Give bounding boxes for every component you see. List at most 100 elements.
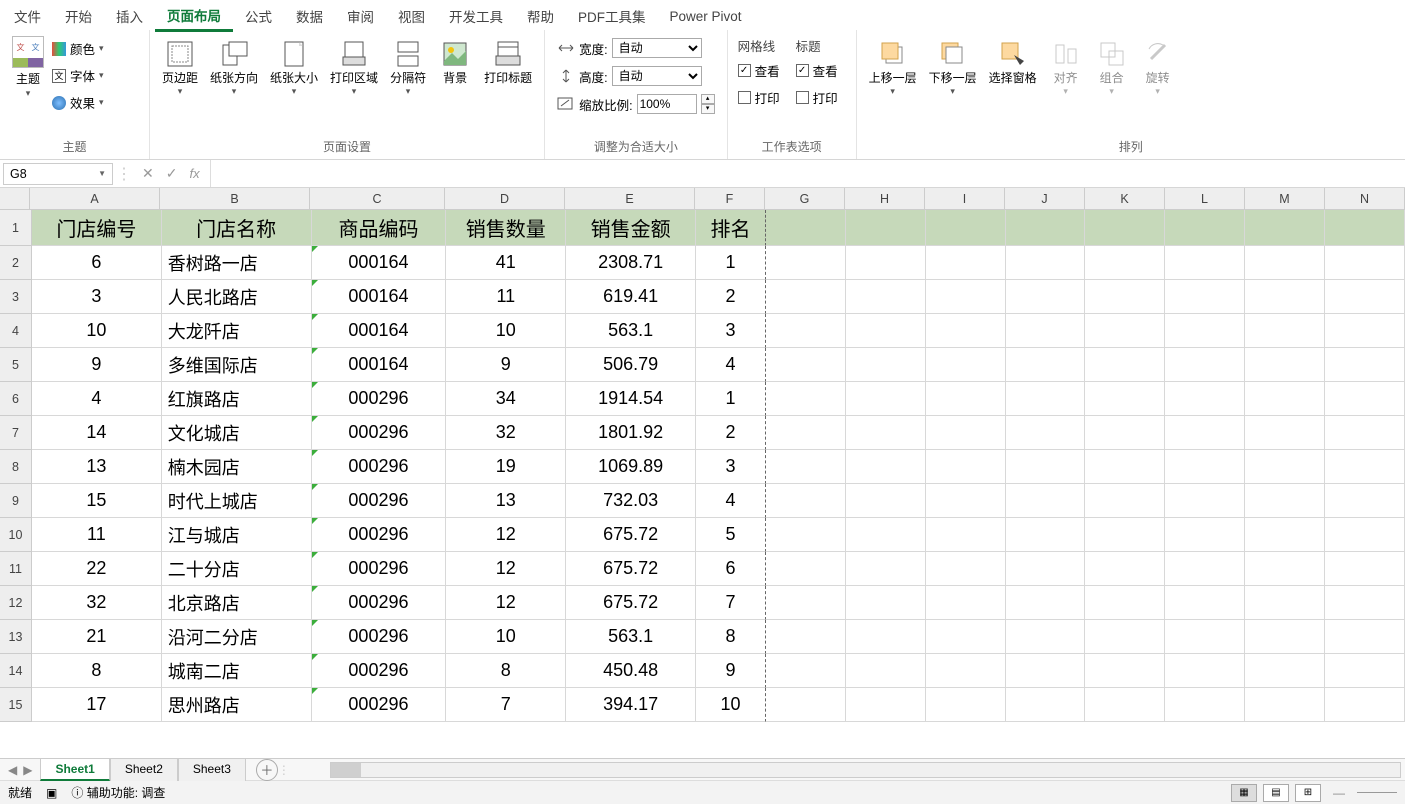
cell[interactable]: 14	[32, 416, 162, 450]
cell[interactable]: 1	[696, 382, 766, 416]
cell[interactable]	[1325, 314, 1405, 348]
cell[interactable]: 32	[32, 586, 162, 620]
cell[interactable]: 9	[446, 348, 566, 382]
cell[interactable]	[1165, 348, 1245, 382]
print-area-button[interactable]: 打印区域▾	[324, 34, 384, 97]
column-header[interactable]: E	[565, 188, 695, 209]
row-header[interactable]: 2	[0, 246, 32, 280]
row-header[interactable]: 3	[0, 280, 32, 314]
cell[interactable]: 563.1	[566, 620, 696, 654]
cell[interactable]: 大龙阡店	[162, 314, 312, 348]
scale-input[interactable]	[637, 94, 697, 114]
row-header[interactable]: 5	[0, 348, 32, 382]
cell[interactable]	[1085, 382, 1165, 416]
breaks-button[interactable]: 分隔符▾	[384, 34, 432, 97]
cell[interactable]	[926, 382, 1006, 416]
cell[interactable]	[926, 552, 1006, 586]
cell[interactable]	[1325, 416, 1405, 450]
cell[interactable]: 3	[696, 450, 766, 484]
cell[interactable]: 1	[696, 246, 766, 280]
row-header[interactable]: 9	[0, 484, 32, 518]
column-header[interactable]: K	[1085, 188, 1165, 209]
cell[interactable]	[926, 246, 1006, 280]
cell[interactable]	[846, 688, 926, 722]
cell[interactable]	[766, 620, 846, 654]
cell[interactable]	[1165, 586, 1245, 620]
row-header[interactable]: 11	[0, 552, 32, 586]
cell[interactable]	[1325, 246, 1405, 280]
cell[interactable]	[1006, 382, 1086, 416]
cell[interactable]	[1165, 382, 1245, 416]
cell[interactable]	[1085, 210, 1165, 246]
headings-print-checkbox[interactable]: 打印	[796, 88, 838, 107]
cell[interactable]: 12	[446, 552, 566, 586]
cell[interactable]	[1165, 450, 1245, 484]
cell[interactable]	[1245, 382, 1325, 416]
cell[interactable]	[1006, 552, 1086, 586]
sheet-tab[interactable]: Sheet3	[178, 759, 246, 781]
column-header[interactable]: L	[1165, 188, 1245, 209]
formula-input[interactable]	[210, 160, 1405, 187]
cell[interactable]	[1325, 210, 1405, 246]
cell[interactable]: 销售金额	[566, 210, 696, 246]
cell[interactable]: 红旗路店	[162, 382, 312, 416]
horizontal-scrollbar[interactable]	[330, 762, 1401, 778]
menu-tab-文件[interactable]: 文件	[2, 0, 53, 30]
cell[interactable]	[1085, 314, 1165, 348]
column-header[interactable]: N	[1325, 188, 1405, 209]
cell[interactable]	[1245, 518, 1325, 552]
cell[interactable]	[1165, 518, 1245, 552]
orientation-button[interactable]: 纸张方向▾	[204, 34, 264, 97]
cell[interactable]: 13	[446, 484, 566, 518]
cell[interactable]: 675.72	[566, 518, 696, 552]
menu-tab-Power Pivot[interactable]: Power Pivot	[658, 3, 754, 28]
cell[interactable]: 450.48	[566, 654, 696, 688]
cell[interactable]	[766, 688, 846, 722]
select-all-cell[interactable]	[0, 188, 30, 209]
cell[interactable]	[1325, 348, 1405, 382]
cell[interactable]: 3	[32, 280, 162, 314]
cell[interactable]: 000296	[312, 688, 447, 722]
row-header[interactable]: 8	[0, 450, 32, 484]
cell[interactable]: 7	[446, 688, 566, 722]
cell[interactable]	[1245, 210, 1325, 246]
column-header[interactable]: M	[1245, 188, 1325, 209]
sheet-nav-prev[interactable]: ◀	[8, 763, 17, 777]
gridlines-view-checkbox[interactable]: ✓查看	[738, 61, 780, 80]
cell[interactable]: 2	[696, 416, 766, 450]
sheet-nav-next[interactable]: ▶	[23, 763, 32, 777]
cell[interactable]	[766, 348, 846, 382]
cell[interactable]	[1085, 620, 1165, 654]
cell[interactable]	[926, 450, 1006, 484]
cell[interactable]: 销售数量	[446, 210, 566, 246]
fx-icon[interactable]: fx	[189, 166, 199, 181]
cell[interactable]	[1006, 416, 1086, 450]
cell[interactable]	[766, 314, 846, 348]
row-header[interactable]: 7	[0, 416, 32, 450]
cell[interactable]	[846, 246, 926, 280]
cell[interactable]	[1165, 688, 1245, 722]
cell[interactable]: 6	[696, 552, 766, 586]
cell[interactable]	[846, 518, 926, 552]
cell[interactable]	[1165, 210, 1245, 246]
themes-button[interactable]: 文文 主题 ▾	[6, 34, 50, 101]
cell[interactable]	[1085, 688, 1165, 722]
cell[interactable]: 10	[32, 314, 162, 348]
menu-tab-公式[interactable]: 公式	[233, 0, 284, 30]
cell[interactable]: 排名	[696, 210, 766, 246]
row-header[interactable]: 12	[0, 586, 32, 620]
column-header[interactable]: B	[160, 188, 310, 209]
cell[interactable]: 19	[446, 450, 566, 484]
scale-up[interactable]: ▴	[701, 94, 715, 104]
cell[interactable]: 563.1	[566, 314, 696, 348]
cell[interactable]: 北京路店	[162, 586, 312, 620]
add-sheet-button[interactable]: ＋	[256, 759, 278, 781]
cell[interactable]	[926, 688, 1006, 722]
cell[interactable]	[1245, 586, 1325, 620]
cell[interactable]	[1245, 314, 1325, 348]
headings-view-checkbox[interactable]: ✓查看	[796, 61, 838, 80]
sheet-tab[interactable]: Sheet1	[40, 759, 109, 781]
accessibility-icon[interactable]: ⓘ 辅助功能: 调查	[71, 784, 165, 801]
cell[interactable]: 732.03	[566, 484, 696, 518]
cell[interactable]: 000164	[312, 348, 447, 382]
